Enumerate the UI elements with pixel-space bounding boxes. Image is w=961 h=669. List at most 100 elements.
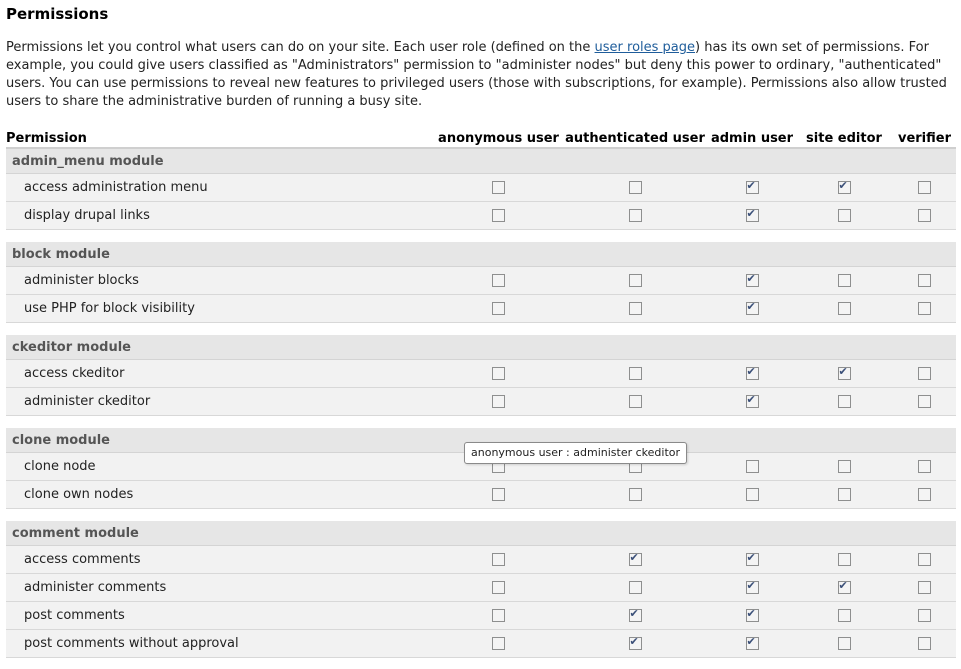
checkbox-verifier[interactable] xyxy=(918,367,931,380)
checkbox-cell xyxy=(561,359,709,388)
permission-row: access administration menu xyxy=(6,173,956,202)
checkbox-cell xyxy=(893,359,956,388)
checkbox-anonymous-user[interactable] xyxy=(492,488,505,501)
checkbox-anonymous-user[interactable] xyxy=(492,395,505,408)
checkbox-admin-user[interactable] xyxy=(745,393,759,408)
checkbox-cell xyxy=(893,294,956,323)
checkbox-cell xyxy=(436,266,561,295)
checkbox-anonymous-user[interactable] xyxy=(492,553,505,566)
checkbox-admin-user[interactable] xyxy=(745,179,759,194)
checkbox-admin-user[interactable] xyxy=(745,207,759,222)
checkbox-verifier[interactable] xyxy=(918,553,931,566)
checkbox-site-editor[interactable] xyxy=(837,553,851,566)
checkbox-authenticated-user[interactable] xyxy=(628,209,642,222)
checkbox-admin-user[interactable] xyxy=(745,488,759,501)
checkbox-cell xyxy=(893,173,956,202)
checkbox-admin-user[interactable] xyxy=(745,579,759,594)
checkbox-anonymous-user[interactable] xyxy=(492,181,505,194)
checkbox-admin-user[interactable] xyxy=(745,365,759,380)
checkbox-site-editor[interactable] xyxy=(837,488,851,501)
column-header-anonymous-user: anonymous user xyxy=(436,129,561,149)
permission-row: administer ckeditor xyxy=(6,387,956,416)
module-name: admin_menu module xyxy=(6,148,956,174)
user-roles-link[interactable]: user roles page xyxy=(595,40,695,55)
checkbox-authenticated-user[interactable] xyxy=(628,302,642,315)
checkbox-cell xyxy=(795,545,893,574)
permission-row: clone own nodes xyxy=(6,480,956,509)
checkbox-authenticated-user[interactable] xyxy=(628,274,642,287)
permission-label: administer blocks xyxy=(6,266,436,295)
intro-text: Permissions let you control what users c… xyxy=(6,39,956,111)
checkbox-admin-user[interactable] xyxy=(745,300,759,315)
checkbox-verifier[interactable] xyxy=(918,609,931,622)
permission-label: administer comments xyxy=(6,573,436,602)
checkbox-anonymous-user[interactable] xyxy=(492,209,505,222)
permission-label: clone node xyxy=(6,452,436,481)
checkbox-site-editor[interactable] xyxy=(837,579,851,594)
checkbox-authenticated-user[interactable] xyxy=(628,181,642,194)
checkbox-site-editor[interactable] xyxy=(837,302,851,315)
checkbox-cell xyxy=(561,545,709,574)
header-row: Permission anonymous user authenticated … xyxy=(6,129,956,149)
checkbox-verifier[interactable] xyxy=(918,637,931,650)
permission-label: clone own nodes xyxy=(6,480,436,509)
permission-label: use PHP for block visibility xyxy=(6,294,436,323)
checkbox-site-editor[interactable] xyxy=(837,637,851,650)
permission-label: access comments xyxy=(6,545,436,574)
checkbox-authenticated-user[interactable] xyxy=(628,581,642,594)
checkbox-verifier[interactable] xyxy=(918,581,931,594)
checkbox-anonymous-user[interactable] xyxy=(492,609,505,622)
module-header-row: ckeditor module xyxy=(6,335,956,360)
checkbox-site-editor[interactable] xyxy=(837,274,851,287)
spacer-cell xyxy=(6,229,956,242)
column-header-verifier: verifier xyxy=(893,129,956,149)
checkbox-cell xyxy=(436,173,561,202)
checkbox-authenticated-user[interactable] xyxy=(628,607,642,622)
checkbox-authenticated-user[interactable] xyxy=(628,635,642,650)
checkbox-site-editor[interactable] xyxy=(837,209,851,222)
checkbox-site-editor[interactable] xyxy=(837,365,851,380)
checkbox-anonymous-user[interactable] xyxy=(492,637,505,650)
checkbox-admin-user[interactable] xyxy=(745,272,759,287)
checkbox-anonymous-user[interactable] xyxy=(492,367,505,380)
checkbox-cell xyxy=(561,266,709,295)
checkbox-admin-user[interactable] xyxy=(745,607,759,622)
checkbox-verifier[interactable] xyxy=(918,395,931,408)
checkbox-authenticated-user[interactable] xyxy=(628,488,642,501)
checkbox-admin-user[interactable] xyxy=(745,460,759,473)
checkbox-admin-user[interactable] xyxy=(745,635,759,650)
module-name: comment module xyxy=(6,521,956,546)
checkbox-admin-user[interactable] xyxy=(745,551,759,566)
checkbox-verifier[interactable] xyxy=(918,274,931,287)
checkbox-anonymous-user[interactable] xyxy=(492,274,505,287)
checkbox-anonymous-user[interactable] xyxy=(492,581,505,594)
checkbox-cell xyxy=(795,480,893,509)
checkbox-cell xyxy=(893,573,956,602)
checkbox-anonymous-user[interactable] xyxy=(492,302,505,315)
permission-label: access administration menu xyxy=(6,173,436,202)
checkbox-verifier[interactable] xyxy=(918,209,931,222)
checkbox-cell xyxy=(893,452,956,481)
module-spacer xyxy=(6,508,956,521)
checkbox-site-editor[interactable] xyxy=(837,179,851,194)
permission-label: post comments without approval xyxy=(6,629,436,658)
intro-text-start: Permissions let you control what users c… xyxy=(6,40,595,55)
checkbox-site-editor[interactable] xyxy=(837,609,851,622)
checkbox-authenticated-user[interactable] xyxy=(628,395,642,408)
checkbox-site-editor[interactable] xyxy=(837,395,851,408)
module-spacer xyxy=(6,415,956,428)
tooltip: anonymous user : administer ckeditor xyxy=(464,442,688,464)
checkbox-cell xyxy=(795,452,893,481)
checkbox-site-editor[interactable] xyxy=(837,460,851,473)
checkbox-verifier[interactable] xyxy=(918,460,931,473)
checkbox-verifier[interactable] xyxy=(918,181,931,194)
checkbox-verifier[interactable] xyxy=(918,488,931,501)
permission-label: access ckeditor xyxy=(6,359,436,388)
spacer-cell xyxy=(6,322,956,335)
checkbox-authenticated-user[interactable] xyxy=(628,367,642,380)
checkbox-verifier[interactable] xyxy=(918,302,931,315)
checkbox-cell xyxy=(893,266,956,295)
checkbox-cell xyxy=(795,201,893,230)
checkbox-cell xyxy=(795,573,893,602)
checkbox-authenticated-user[interactable] xyxy=(628,551,642,566)
